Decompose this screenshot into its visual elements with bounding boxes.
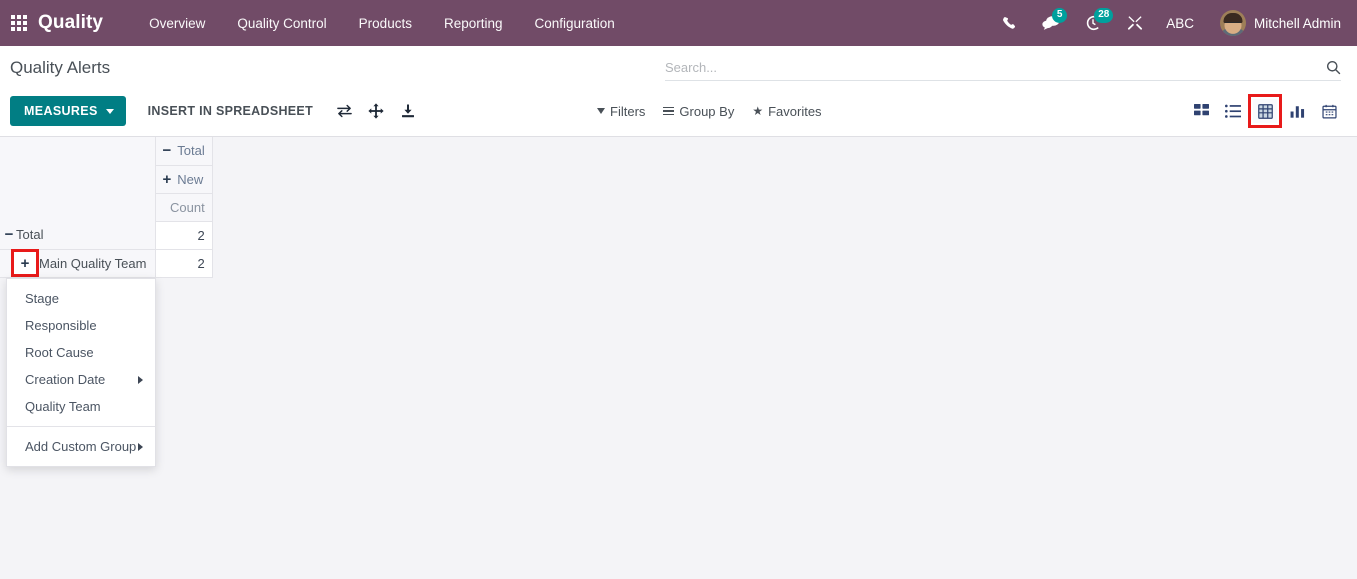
pivot-row-header-main-quality-team[interactable]: + Main Quality Team [0, 249, 156, 278]
search-input[interactable] [665, 60, 1319, 75]
collapse-toggle-icon: − [162, 142, 172, 160]
menu-divider [7, 426, 155, 427]
menu-item-overview[interactable]: Overview [133, 10, 221, 37]
groupby-item-label: Quality Team [25, 399, 101, 414]
groupby-item-add-custom-group[interactable]: Add Custom Group [7, 433, 155, 460]
search-icon[interactable] [1319, 60, 1341, 75]
measures-button[interactable]: MEASURES [10, 96, 126, 126]
pivot-table: − Total + New Count − Total 2 + Main Qua… [0, 137, 213, 278]
download-xlsx-icon[interactable] [397, 100, 419, 122]
expand-all-icon[interactable] [365, 100, 387, 122]
pivot-cell-main-quality-team-count[interactable]: 2 [155, 249, 213, 278]
activities-badge: 28 [1094, 8, 1114, 23]
messages-badge: 5 [1052, 8, 1068, 23]
expand-row-icon: + [20, 254, 30, 272]
groupby-dropdown-menu: Stage Responsible Root Cause Creation Da… [6, 278, 156, 467]
pivot-cell-value: 2 [197, 227, 205, 243]
pivot-row-header-total-label: Total [16, 227, 44, 243]
expand-toggle-icon: + [162, 170, 172, 188]
user-menu[interactable]: Mitchell Admin [1208, 10, 1347, 36]
insert-in-spreadsheet-button[interactable]: INSERT IN SPREADSHEET [138, 96, 323, 126]
list-view-icon[interactable] [1221, 99, 1245, 123]
search-bar[interactable] [665, 60, 1341, 81]
main-menu: Overview Quality Control Products Report… [133, 10, 631, 37]
pivot-corner-cell [0, 137, 156, 221]
filters-label: Filters [610, 103, 646, 119]
page-title: Quality Alerts [10, 58, 111, 77]
user-avatar [1219, 10, 1246, 36]
control-panel-top-row: Quality Alerts [0, 46, 1357, 88]
user-name: Mitchell Admin [1253, 15, 1341, 31]
pivot-cell-value: 2 [197, 255, 205, 271]
pivot-view-icon[interactable] [1248, 94, 1282, 128]
pivot-col-header-total-label: Total [177, 143, 205, 159]
messages-icon[interactable]: 5 [1030, 0, 1072, 46]
table-row: − Total 2 [0, 221, 213, 250]
collapse-row-icon[interactable]: − [2, 227, 16, 242]
top-navbar: Quality Overview Quality Control Product… [0, 0, 1357, 46]
language-selector[interactable]: ABC [1156, 16, 1208, 31]
groupby-item-root-cause[interactable]: Root Cause [7, 339, 155, 366]
star-icon: ★ [752, 104, 764, 118]
chevron-right-icon [138, 375, 143, 384]
groupby-item-stage[interactable]: Stage [7, 285, 155, 312]
tools-wrench-icon[interactable] [1114, 0, 1156, 46]
pivot-table-head: − Total + New Count [0, 137, 213, 222]
view-switcher [1189, 94, 1341, 128]
control-panel-bottom-row: MEASURES INSERT IN SPREADSHEET Filters G… [0, 88, 1357, 136]
groupby-item-label: Add Custom Group [25, 439, 137, 454]
calendar-view-icon[interactable] [1317, 99, 1341, 123]
apps-grid-glyph [11, 15, 27, 31]
favorites-label: Favorites [768, 103, 822, 119]
filter-funnel-icon [597, 108, 606, 114]
flip-axis-icon[interactable] [333, 100, 355, 122]
menu-item-products[interactable]: Products [343, 10, 428, 37]
pivot-row-header-main-quality-team-label: Main Quality Team [39, 255, 147, 271]
pivot-col-header-new-label: New [177, 171, 204, 187]
pivot-measure-label: Count [170, 199, 205, 215]
groupby-item-label: Responsible [25, 318, 97, 333]
pivot-col-header-total[interactable]: − Total [155, 137, 213, 166]
expand-row-button-highlighted[interactable]: + [11, 249, 39, 277]
chevron-down-icon [105, 108, 114, 114]
group-by-dropdown[interactable]: Group By [663, 104, 734, 119]
groupby-item-quality-team[interactable]: Quality Team [7, 393, 155, 420]
menu-item-reporting[interactable]: Reporting [428, 10, 519, 37]
apps-grid-icon[interactable] [0, 0, 38, 46]
table-row: + Main Quality Team 2 [0, 249, 213, 278]
groupby-item-label: Stage [25, 291, 59, 306]
pivot-tools [333, 100, 419, 122]
group-by-icon [663, 106, 675, 116]
pivot-cell-total-count[interactable]: 2 [155, 221, 213, 250]
pivot-measure-header-count[interactable]: Count [155, 193, 213, 222]
groupby-item-responsible[interactable]: Responsible [7, 312, 155, 339]
pivot-table-body: − Total 2 + Main Quality Team 2 [0, 221, 213, 278]
content-area: − Total + New Count − Total 2 + Main Qua… [0, 137, 1357, 579]
pivot-col-header-new[interactable]: + New [155, 165, 213, 194]
menu-item-configuration[interactable]: Configuration [519, 10, 631, 37]
phone-icon[interactable] [988, 0, 1030, 46]
kanban-view-icon[interactable] [1189, 99, 1213, 123]
graph-view-icon[interactable] [1285, 99, 1309, 123]
groupby-item-label: Creation Date [25, 372, 106, 387]
group-by-label: Group By [679, 103, 735, 119]
filters-dropdown[interactable]: Filters [597, 104, 645, 119]
pivot-row-header-total[interactable]: − Total [0, 221, 156, 250]
search-facets: Filters Group By ★ Favorites [597, 104, 822, 119]
control-panel: Quality Alerts MEASURES INSERT IN SPREAD… [0, 46, 1357, 137]
groupby-item-creation-date[interactable]: Creation Date [7, 366, 155, 393]
chevron-right-icon [138, 442, 143, 451]
activities-clock-icon[interactable]: 28 [1072, 0, 1114, 46]
app-brand-title[interactable]: Quality [38, 12, 103, 34]
menu-item-quality-control[interactable]: Quality Control [221, 10, 342, 37]
favorites-dropdown[interactable]: ★ Favorites [752, 104, 821, 119]
groupby-item-label: Root Cause [25, 345, 94, 360]
pivot-header-row-total: − Total [0, 137, 213, 221]
measures-label: MEASURES [24, 104, 98, 118]
systray: 5 28 ABC Mitchell Admin [988, 0, 1347, 46]
